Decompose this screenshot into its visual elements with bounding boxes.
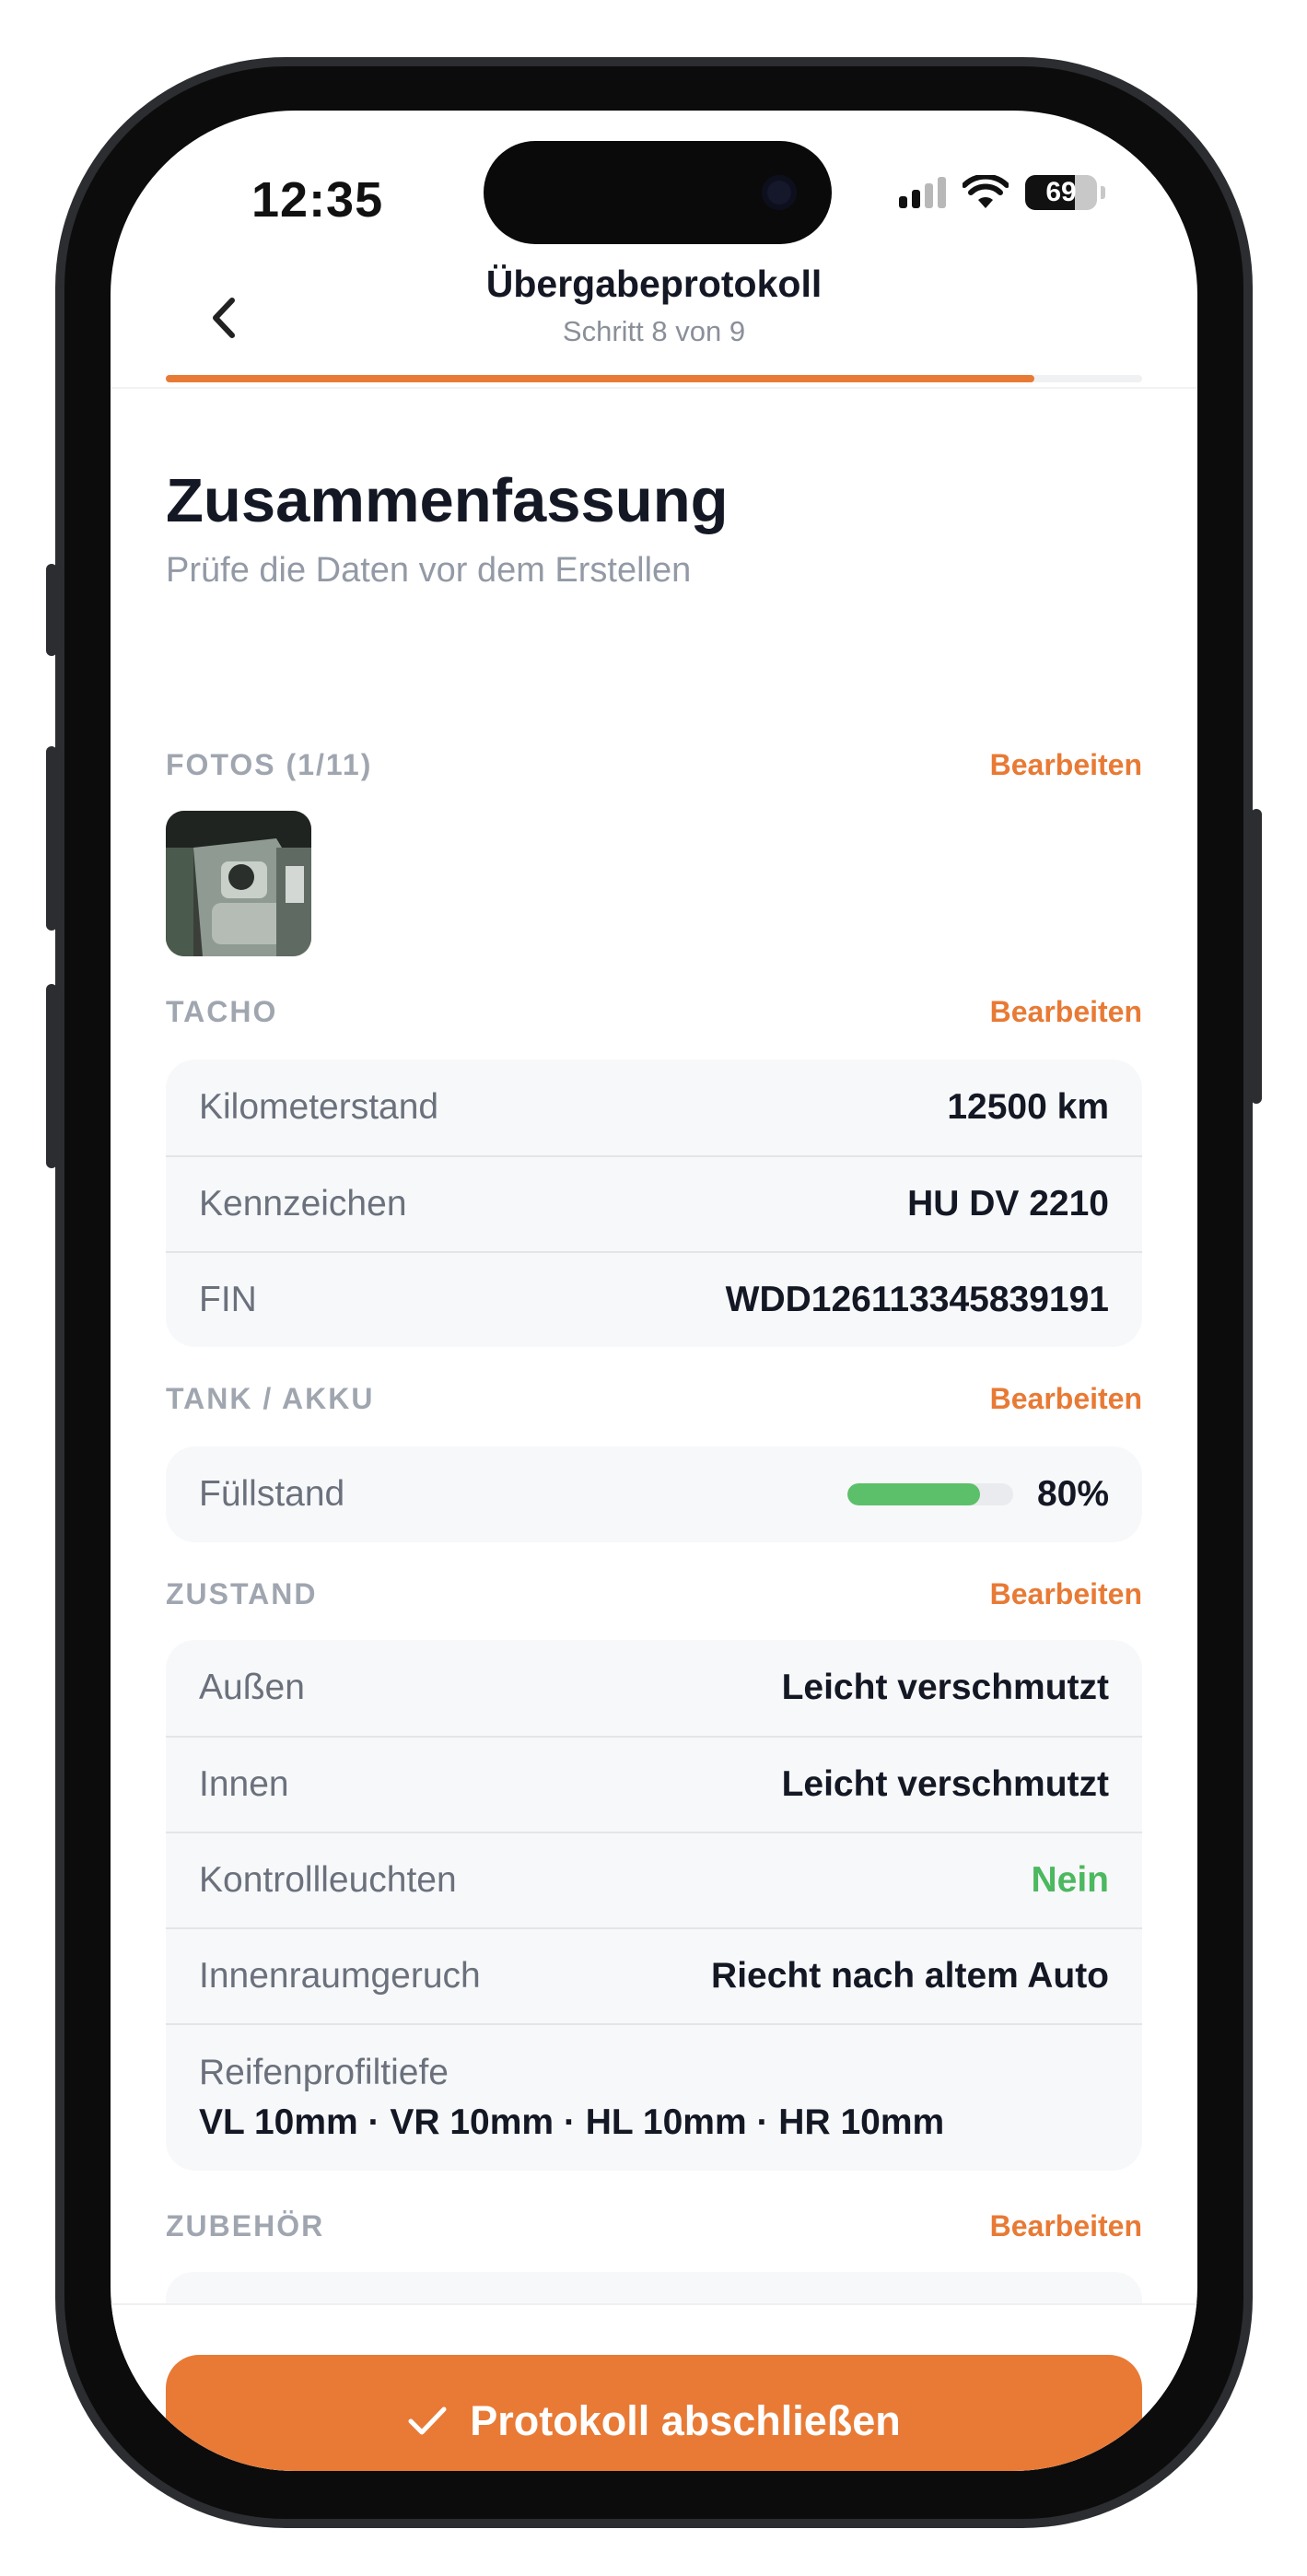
page-subtitle: Prüfe die Daten vor dem Erstellen xyxy=(166,551,692,590)
fuel-level-fill xyxy=(846,1483,980,1505)
row-value: Leicht verschmutzt xyxy=(781,1668,1109,1707)
wifi-icon xyxy=(963,175,1009,208)
step-progress-fill xyxy=(166,375,1035,382)
page-title: Zusammenfassung xyxy=(166,466,729,535)
tire-depth-value: VL 10mm · VR 10mm · HL 10mm · HR 10mm xyxy=(199,2102,945,2142)
zustand-row: Innen Leicht verschmutzt xyxy=(166,1736,1142,1832)
section-label-zustand: ZUSTAND xyxy=(166,1577,318,1610)
zustand-row: Kontrollleuchten Nein xyxy=(166,1832,1142,1927)
car-interior-photo xyxy=(166,811,311,956)
battery-level: 69 xyxy=(1045,177,1077,207)
section-label-zubehoer: ZUBEHÖR xyxy=(166,2209,325,2242)
step-progress-bar xyxy=(166,375,1142,382)
tire-depth-row: Reifenprofiltiefe VL 10mm · VR 10mm · HL… xyxy=(166,2023,1142,2171)
row-value: Nein xyxy=(1031,1860,1109,1900)
row-value: HU DV 2210 xyxy=(907,1184,1109,1224)
row-label: FIN xyxy=(199,1280,257,1319)
fuel-value: 80% xyxy=(1036,1474,1109,1514)
zustand-row: Innenraumgeruch Riecht nach altem Auto xyxy=(166,1927,1142,2023)
row-label: Innen xyxy=(199,1764,289,1804)
edit-fotos-button[interactable]: Bearbeiten xyxy=(990,748,1142,782)
row-label: Kontrollleuchten xyxy=(199,1860,457,1900)
finish-protocol-label: Protokoll abschließen xyxy=(470,2397,901,2444)
row-label: Außen xyxy=(199,1668,305,1707)
fuel-row: Füllstand 80% xyxy=(166,1446,1142,1542)
screen: 12:35 69 Übergabeprotokoll Schritt 8 von… xyxy=(111,111,1197,2471)
dynamic-island xyxy=(484,141,832,244)
row-value: WDD126113345839191 xyxy=(725,1280,1109,1319)
checkmark-icon xyxy=(408,2406,447,2435)
status-time: 12:35 xyxy=(251,172,384,228)
tacho-row: Kilometerstand 12500 km xyxy=(166,1060,1142,1155)
volume-down-button xyxy=(46,984,57,1168)
section-label-tank: TANK / AKKU xyxy=(166,1382,375,1415)
section-label-tacho: TACHO xyxy=(166,995,278,1028)
section-label-fotos: FOTOS (1/11) xyxy=(166,748,373,781)
row-value: Riecht nach altem Auto xyxy=(711,1956,1109,1996)
power-button xyxy=(1251,809,1262,1104)
tire-depth-label: Reifenprofiltiefe xyxy=(199,2053,449,2092)
status-icons: 69 xyxy=(899,175,1105,210)
row-label: Kennzeichen xyxy=(199,1184,407,1224)
battery-icon: 69 xyxy=(1025,175,1097,210)
tacho-row: FIN WDD126113345839191 xyxy=(166,1251,1142,1347)
mute-switch xyxy=(46,564,57,656)
tank-card: Füllstand 80% xyxy=(166,1446,1142,1542)
zustand-row: Außen Leicht verschmutzt xyxy=(166,1640,1142,1736)
volume-up-button xyxy=(46,746,57,931)
finish-protocol-button[interactable]: Protokoll abschließen xyxy=(166,2355,1142,2471)
header-title: Übergabeprotokoll xyxy=(485,263,823,305)
header-step: Schritt 8 von 9 xyxy=(562,315,746,347)
battery-nub xyxy=(1101,186,1105,199)
edit-zubehoer-button[interactable]: Bearbeiten xyxy=(990,2209,1142,2243)
edit-tank-button[interactable]: Bearbeiten xyxy=(990,1382,1142,1416)
row-label: Kilometerstand xyxy=(199,1087,439,1127)
row-value: 12500 km xyxy=(947,1087,1109,1127)
fuel-label: Füllstand xyxy=(199,1474,345,1514)
tacho-row: Kennzeichen HU DV 2210 xyxy=(166,1155,1142,1251)
row-label: Innenraumgeruch xyxy=(199,1956,481,1996)
header-divider xyxy=(111,387,1197,389)
fuel-level-bar xyxy=(846,1483,1013,1505)
zustand-card: Außen Leicht verschmutzt Innen Leicht ve… xyxy=(166,1640,1142,2171)
edit-tacho-button[interactable]: Bearbeiten xyxy=(990,995,1142,1029)
cellular-signal-icon xyxy=(899,177,946,208)
camera-icon xyxy=(762,175,797,210)
fuel-indicator: 80% xyxy=(846,1474,1109,1515)
photo-thumbnail[interactable] xyxy=(166,811,311,956)
tacho-card: Kilometerstand 12500 km Kennzeichen HU D… xyxy=(166,1060,1142,1347)
edit-zustand-button[interactable]: Bearbeiten xyxy=(990,1577,1142,1611)
row-value: Leicht verschmutzt xyxy=(781,1764,1109,1804)
